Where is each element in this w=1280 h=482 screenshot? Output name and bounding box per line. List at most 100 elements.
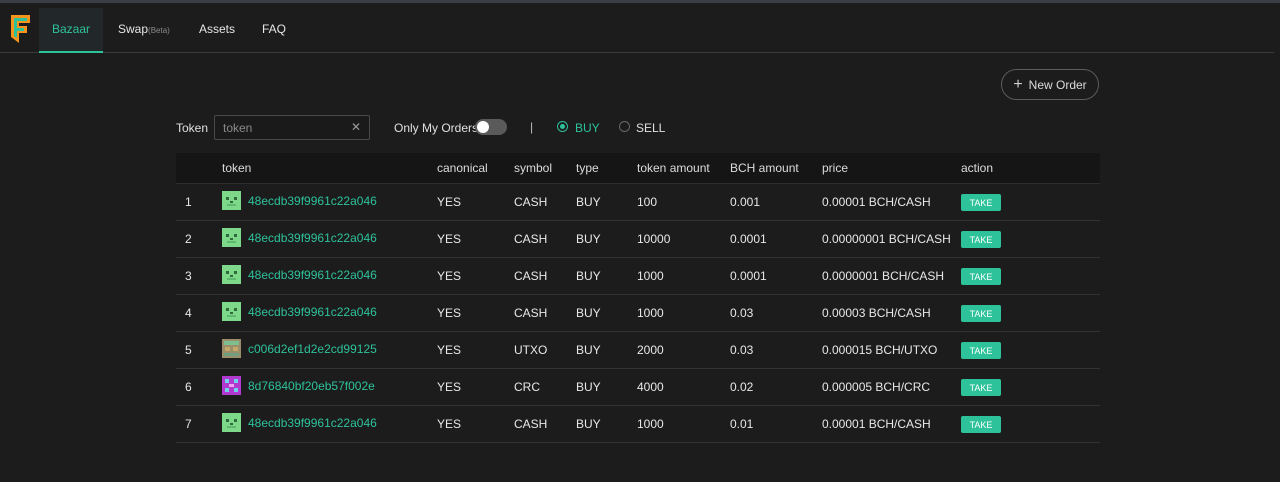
symbol-cell: CASH [514,195,548,209]
only-my-orders-label: Only My Orders [394,121,479,135]
bch-amount-cell: 0.0001 [730,232,767,246]
take-button[interactable]: TAKE [961,379,1001,396]
table-row: 3 48ecdb39f9961c22a046 YES CASH BUY 1000 0.000… [176,258,1100,295]
header-canonical: canonical [437,161,488,175]
price-cell: 0.00001 BCH/CASH [822,417,931,431]
type-cell: BUY [576,417,601,431]
price-cell: 0.000005 BCH/CRC [822,380,931,394]
top-navbar: Bazaar Swap(Beta) Assets FAQ [0,3,1274,53]
tab-swap[interactable]: Swap(Beta) [118,8,170,53]
row-number: 2 [185,232,192,246]
table-body: 1 48ecdb39f9961c22a046 YES CASH BUY 100 0.001 0… [176,184,1100,443]
token-id-link[interactable]: 48ecdb39f9961c22a046 [248,258,377,292]
canonical-cell: YES [437,343,462,357]
symbol-cell: UTXO [514,343,548,357]
token-id-link[interactable]: 8d76840bf20eb57f002e [248,369,375,403]
tab-assets-label: Assets [199,22,236,36]
table-row: 1 48ecdb39f9961c22a046 YES CASH BUY 100 0.001 0… [176,184,1100,221]
token-amount-cell: 2000 [637,343,664,357]
orders-table: token canonical symbol type token amount… [176,153,1100,443]
token-amount-cell: 4000 [637,380,664,394]
token-amount-cell: 1000 [637,269,664,283]
token-amount-cell: 10000 [637,232,671,246]
price-cell: 0.000015 BCH/UTXO [822,343,938,357]
symbol-cell: CASH [514,417,548,431]
take-button[interactable]: TAKE [961,416,1001,433]
type-cell: BUY [576,380,601,394]
header-bch-amount: BCH amount [730,161,799,175]
tab-swap-label: Swap [118,22,149,36]
token-id-link[interactable]: 48ecdb39f9961c22a046 [248,406,377,440]
take-button[interactable]: TAKE [961,231,1001,248]
new-order-button[interactable]: + New Order [1001,69,1099,100]
take-button[interactable]: TAKE [961,194,1001,211]
row-number: 4 [185,306,192,320]
tab-bazaar[interactable]: Bazaar [39,8,103,53]
token-amount-cell: 1000 [637,417,664,431]
price-cell: 0.00000001 BCH/CASH [822,232,951,246]
cash-token-icon [222,413,241,432]
price-cell: 0.00003 BCH/CASH [822,306,931,320]
take-button[interactable]: TAKE [961,268,1001,285]
row-number: 3 [185,269,192,283]
clear-icon[interactable]: ✕ [351,120,361,134]
take-button[interactable]: TAKE [961,305,1001,322]
plus-icon: + [1013,75,1023,93]
type-cell: BUY [576,269,601,283]
token-id-link[interactable]: 48ecdb39f9961c22a046 [248,221,377,255]
tab-bazaar-label: Bazaar [51,22,91,36]
only-my-orders-toggle[interactable] [475,119,507,135]
table-row: 6 8d76840bf20eb57f002e YES CRC BUY 4000 0.02 0.… [176,369,1100,406]
take-button[interactable]: TAKE [961,342,1001,359]
cash-token-icon [222,191,241,210]
type-cell: BUY [576,232,601,246]
crc-token-icon [222,376,241,395]
bch-amount-cell: 0.03 [730,343,754,357]
token-id-link[interactable]: c006d2ef1d2e2cd99125 [248,332,377,366]
table-row: 4 48ecdb39f9961c22a046 YES CASH BUY 1000 0.03 0… [176,295,1100,332]
sell-radio[interactable] [619,121,630,132]
table-row: 2 48ecdb39f9961c22a046 YES CASH BUY 10000 0.00… [176,221,1100,258]
table-row: 7 48ecdb39f9961c22a046 YES CASH BUY 1000 0.01 0… [176,406,1100,443]
row-number: 7 [185,417,192,431]
bch-amount-cell: 0.03 [730,306,754,320]
cash-token-icon [222,302,241,321]
buy-radio[interactable] [557,121,568,132]
header-token: token [222,161,252,175]
type-cell: BUY [576,343,601,357]
header-token-amount: token amount [637,161,710,175]
sell-radio-label[interactable]: SELL [636,121,665,135]
token-id-link[interactable]: 48ecdb39f9961c22a046 [248,295,377,329]
price-cell: 0.00001 BCH/CASH [822,195,931,209]
symbol-cell: CRC [514,380,540,394]
token-search-input[interactable] [215,116,345,139]
canonical-cell: YES [437,232,462,246]
cash-token-icon [222,265,241,284]
symbol-cell: CASH [514,269,548,283]
row-number: 1 [185,195,192,209]
canonical-cell: YES [437,269,462,283]
symbol-cell: CASH [514,232,548,246]
new-order-label: New Order [1028,77,1087,92]
row-number: 5 [185,343,192,357]
canonical-cell: YES [437,380,462,394]
header-type: type [576,161,599,175]
price-cell: 0.0000001 BCH/CASH [822,269,945,283]
tab-faq[interactable]: FAQ [262,8,286,53]
header-price: price [822,161,849,175]
token-amount-cell: 100 [637,195,658,209]
bch-amount-cell: 0.001 [730,195,761,209]
canonical-cell: YES [437,306,462,320]
canonical-cell: YES [437,417,462,431]
tab-faq-label: FAQ [262,22,287,36]
app-logo-icon[interactable] [8,13,32,45]
buy-radio-label[interactable]: BUY [575,121,600,135]
bch-amount-cell: 0.0001 [730,269,767,283]
table-row: 5 c006d2ef1d2e2cd99125 YES UTXO BUY 2000 0.03 0… [176,332,1100,369]
token-id-link[interactable]: 48ecdb39f9961c22a046 [248,184,377,218]
header-action: action [961,161,994,175]
toggle-knob [477,121,489,133]
type-cell: BUY [576,195,601,209]
tab-assets[interactable]: Assets [199,8,235,53]
token-amount-cell: 1000 [637,306,664,320]
